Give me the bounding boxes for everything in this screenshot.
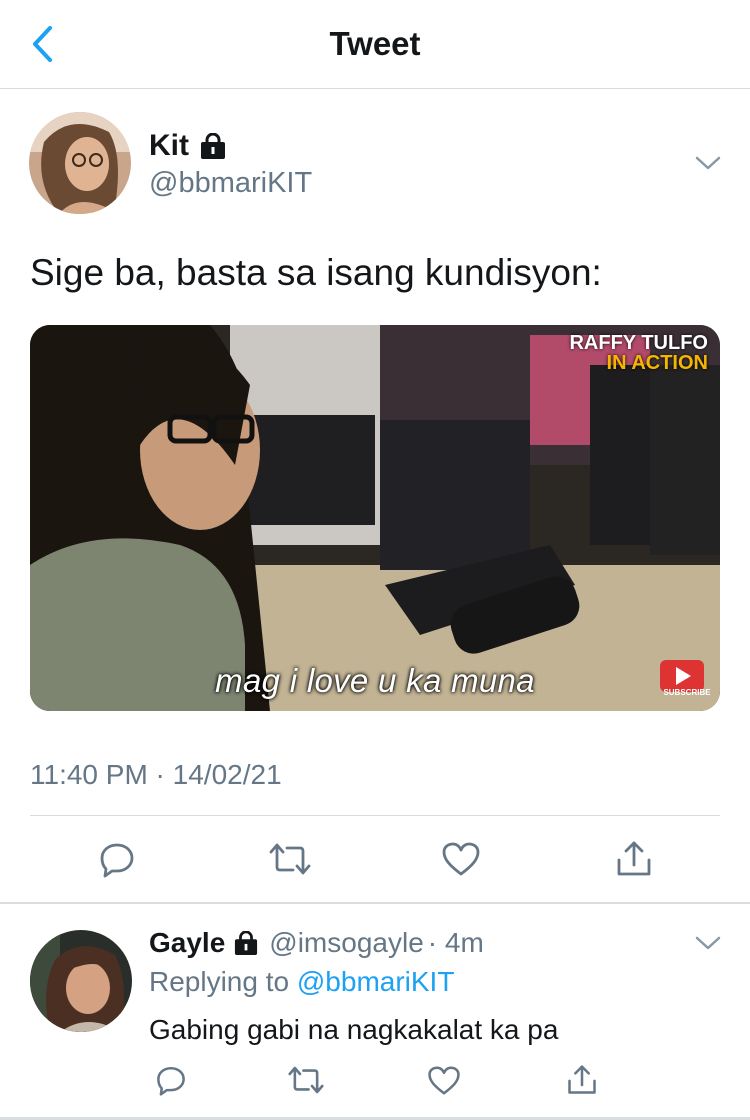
chevron-down-icon	[695, 156, 721, 170]
reply-icon	[157, 1066, 185, 1096]
subscribe-badge: SUBSCRIBE	[663, 688, 711, 697]
video-subtitle: mag i love u ka muna	[215, 662, 535, 699]
reply-share-button[interactable]	[557, 1055, 607, 1105]
retweet-icon	[288, 1066, 324, 1094]
reply-retweet-button[interactable]	[281, 1055, 331, 1105]
page-title: Tweet	[329, 25, 421, 62]
like-button[interactable]	[436, 834, 486, 884]
author-name[interactable]: Kit	[149, 128, 189, 164]
retweet-icon	[269, 843, 311, 875]
reply-header: Gayle @imsogayle · 4m	[149, 925, 484, 961]
heart-icon	[428, 1065, 460, 1095]
reply-time: · 4m	[427, 927, 484, 958]
reply-options-button[interactable]	[688, 928, 728, 958]
divider	[30, 815, 720, 816]
retweet-button[interactable]	[265, 834, 315, 884]
tweet-timestamp[interactable]: 11:40 PM · 14/02/21	[30, 757, 282, 793]
replying-to-line: Replying to @bbmariKIT	[149, 966, 455, 997]
share-icon	[617, 841, 651, 876]
lock-icon	[201, 133, 225, 159]
tweet-options-button[interactable]	[688, 148, 728, 178]
chevron-down-icon	[695, 936, 721, 950]
reply-button[interactable]	[92, 834, 142, 884]
reply-author-handle[interactable]: @imsogayle	[269, 925, 423, 961]
reply-icon	[100, 843, 134, 878]
divider	[0, 902, 750, 904]
reply-reply-button[interactable]	[146, 1055, 196, 1105]
heart-icon	[442, 842, 480, 876]
tweet-text: Sige ba, basta sa isang kundisyon:	[30, 252, 602, 293]
author-handle[interactable]: @bbmariKIT	[149, 165, 312, 201]
reply-author-avatar[interactable]	[30, 930, 132, 1032]
share-icon	[568, 1065, 596, 1094]
author-name-row[interactable]: Kit	[149, 128, 227, 164]
author-avatar[interactable]	[29, 112, 131, 214]
video-watermark: RAFFY TULFO IN ACTION	[569, 332, 708, 374]
reply-author-name[interactable]: Gayle	[149, 925, 225, 961]
share-button[interactable]	[609, 834, 659, 884]
reply-text: Gabing gabi na nagkakalat ka pa	[149, 1014, 559, 1045]
replying-to-link[interactable]: @bbmariKIT	[297, 966, 455, 997]
lock-icon	[235, 931, 258, 955]
reply-like-button[interactable]	[419, 1055, 469, 1105]
tweet-media[interactable]: RAFFY TULFO IN ACTION mag i love u ka mu…	[30, 325, 720, 711]
